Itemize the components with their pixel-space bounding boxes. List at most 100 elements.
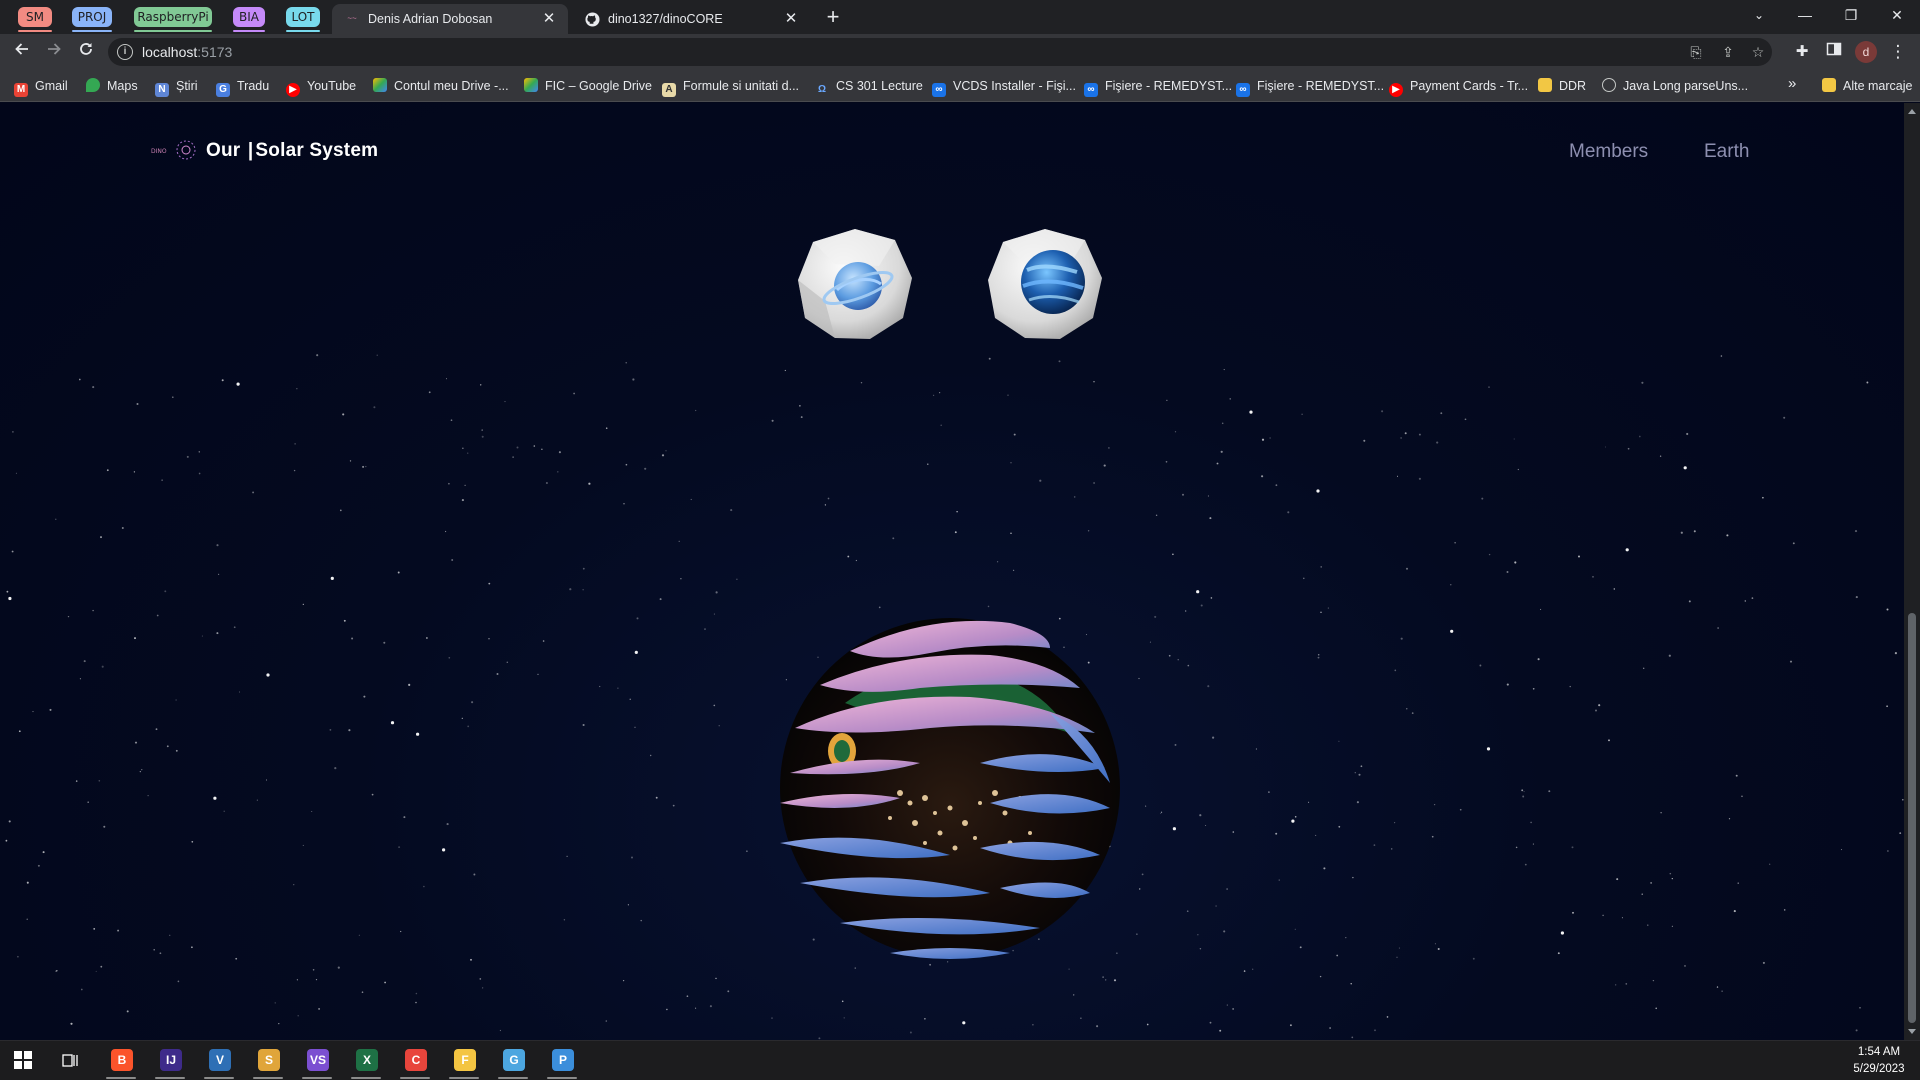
saturn-planet-button[interactable] — [795, 226, 915, 342]
tab-search-chevron-icon[interactable]: ⌄ — [1744, 3, 1774, 27]
forward-button[interactable] — [42, 40, 66, 64]
bookmark-fisiere-1[interactable]: ∞ Fişiere - REMEDYST... — [1084, 78, 1232, 97]
share-icon[interactable]: ⇪ — [1718, 42, 1738, 62]
star — [169, 934, 171, 936]
bookmark-stiri[interactable]: N Știri — [155, 78, 198, 97]
star — [1762, 961, 1765, 964]
bookmark-vcds[interactable]: ∞ VCDS Installer - Fişi... — [932, 78, 1076, 97]
bookmark-star-icon[interactable]: ☆ — [1748, 42, 1768, 62]
star — [629, 698, 631, 700]
tab-group-bia[interactable]: BIA — [233, 7, 265, 32]
system-clock[interactable]: 1:54 AM 5/29/2023 — [1844, 1044, 1914, 1078]
bookmark-cs301[interactable]: Ω CS 301 Lecture — [815, 78, 923, 96]
bookmark-maps[interactable]: Maps — [86, 78, 138, 96]
lecture-icon: Ω — [817, 84, 827, 95]
bookmark-fic-google-drive[interactable]: FIC – Google Drive — [524, 78, 652, 96]
site-info-icon[interactable]: i — [117, 44, 133, 60]
taskbar-app-brave[interactable]: B — [104, 1047, 138, 1079]
nav-members[interactable]: Members — [1569, 141, 1648, 163]
star — [1172, 827, 1176, 831]
bookmark-fisiere-2[interactable]: ∞ Fişiere - REMEDYST... — [1236, 78, 1384, 97]
star — [695, 409, 697, 412]
taskbar-app-visual-studio[interactable]: VS — [300, 1047, 334, 1079]
taskbar-app-chrome[interactable]: C — [398, 1047, 432, 1079]
other-bookmarks-folder[interactable]: Alte marcaje — [1822, 78, 1912, 96]
back-button[interactable] — [10, 40, 34, 64]
task-view-icon[interactable] — [54, 1047, 88, 1077]
profile-avatar[interactable]: d — [1855, 41, 1877, 63]
close-tab-icon[interactable]: ✕ — [540, 10, 558, 28]
star — [1174, 743, 1177, 746]
star — [1557, 952, 1560, 955]
star — [349, 460, 352, 462]
bookmark-payment-cards[interactable]: ▶ Payment Cards - Tr... — [1389, 78, 1528, 97]
taskbar-app-photos[interactable]: P — [545, 1047, 579, 1079]
menu-kebab-icon[interactable]: ⋮ — [1886, 40, 1910, 64]
taskbar-app-intellij[interactable]: IJ — [153, 1047, 187, 1079]
earth-3d-model[interactable] — [750, 593, 1150, 973]
taskbar-app-file-explorer[interactable]: F — [447, 1047, 481, 1079]
start-button[interactable] — [6, 1047, 40, 1077]
star — [545, 481, 548, 485]
taskbar-app-git[interactable]: G — [496, 1047, 530, 1079]
star — [1560, 931, 1564, 935]
tab-group-sm[interactable]: SM — [18, 7, 52, 32]
star — [1751, 597, 1754, 599]
tab-group-lot[interactable]: LOT — [286, 7, 320, 32]
star — [1450, 584, 1452, 586]
nav-earth[interactable]: Earth — [1704, 141, 1749, 163]
taskbar-app-excel[interactable]: X — [349, 1047, 383, 1079]
bookmark-tradu[interactable]: G Tradu — [216, 78, 269, 97]
star — [92, 609, 94, 612]
bookmark-java-long[interactable]: Java Long parseUns... — [1602, 78, 1748, 96]
scroll-down-arrow-icon[interactable] — [1908, 1029, 1916, 1034]
translate-icon[interactable]: ⎘ — [1686, 42, 1706, 62]
close-tab-icon[interactable]: ✕ — [782, 10, 800, 28]
bookmark-ddr[interactable]: DDR — [1538, 78, 1586, 96]
star — [92, 386, 95, 389]
taskbar-app-sublime[interactable]: S — [251, 1047, 285, 1079]
bookmark-gmail[interactable]: M Gmail — [14, 78, 68, 97]
address-bar[interactable]: i localhost:5173 ⎘ ⇪ ☆ — [108, 38, 1772, 66]
bookmark-formule[interactable]: A Formule si unitati d... — [662, 78, 799, 97]
star — [713, 613, 715, 615]
tab-dinocore-github[interactable]: dino1327/dinoCORE ✕ — [572, 4, 810, 34]
site-title[interactable]: Our | Solar System — [206, 140, 378, 162]
tab-denis-adrian-dobosan[interactable]: ~~ Denis Adrian Dobosan ✕ — [332, 4, 568, 34]
star — [32, 711, 34, 713]
star — [632, 378, 635, 381]
star — [1660, 812, 1662, 814]
star — [1219, 1029, 1222, 1032]
restore-button[interactable]: ❐ — [1836, 3, 1866, 27]
side-panel-icon[interactable] — [1822, 40, 1846, 64]
star — [312, 969, 315, 971]
bookmarks-overflow-button[interactable]: » — [1788, 76, 1796, 94]
scrollbar-thumb[interactable] — [1908, 613, 1916, 1023]
page-scrollbar[interactable] — [1904, 103, 1920, 1040]
star — [1684, 965, 1686, 967]
star — [348, 729, 351, 732]
bookmark-contul-meu-drive[interactable]: Contul meu Drive -... — [373, 78, 509, 96]
star — [1269, 437, 1271, 439]
neptune-planet-button[interactable] — [985, 226, 1105, 342]
star — [365, 465, 367, 468]
star — [1316, 489, 1320, 493]
star — [479, 978, 482, 980]
star — [799, 405, 801, 407]
new-tab-button[interactable]: + — [822, 6, 844, 28]
star — [1315, 834, 1317, 836]
taskbar-app-virtualbox[interactable]: V — [202, 1047, 236, 1079]
browser-tab-strip: SM PROJ RaspberryPi BIA LOT ~~ Denis Adr… — [0, 0, 1920, 34]
minimize-button[interactable]: — — [1790, 3, 1820, 27]
tab-group-raspberrypi[interactable]: RaspberryPi — [134, 7, 212, 32]
reload-button[interactable] — [74, 40, 98, 64]
close-window-button[interactable]: ✕ — [1882, 3, 1912, 27]
site-header: DINO Our | Solar System Members Earth — [0, 103, 1904, 193]
extensions-puzzle-icon[interactable]: ✚ — [1790, 40, 1814, 64]
scroll-up-arrow-icon[interactable] — [1908, 109, 1916, 114]
tab-group-proj[interactable]: PROJ — [72, 7, 112, 32]
star — [1108, 447, 1110, 449]
site-logo[interactable]: DINO — [150, 137, 198, 163]
bookmark-youtube[interactable]: ▶ YouTube — [286, 78, 356, 97]
star — [1345, 937, 1347, 939]
